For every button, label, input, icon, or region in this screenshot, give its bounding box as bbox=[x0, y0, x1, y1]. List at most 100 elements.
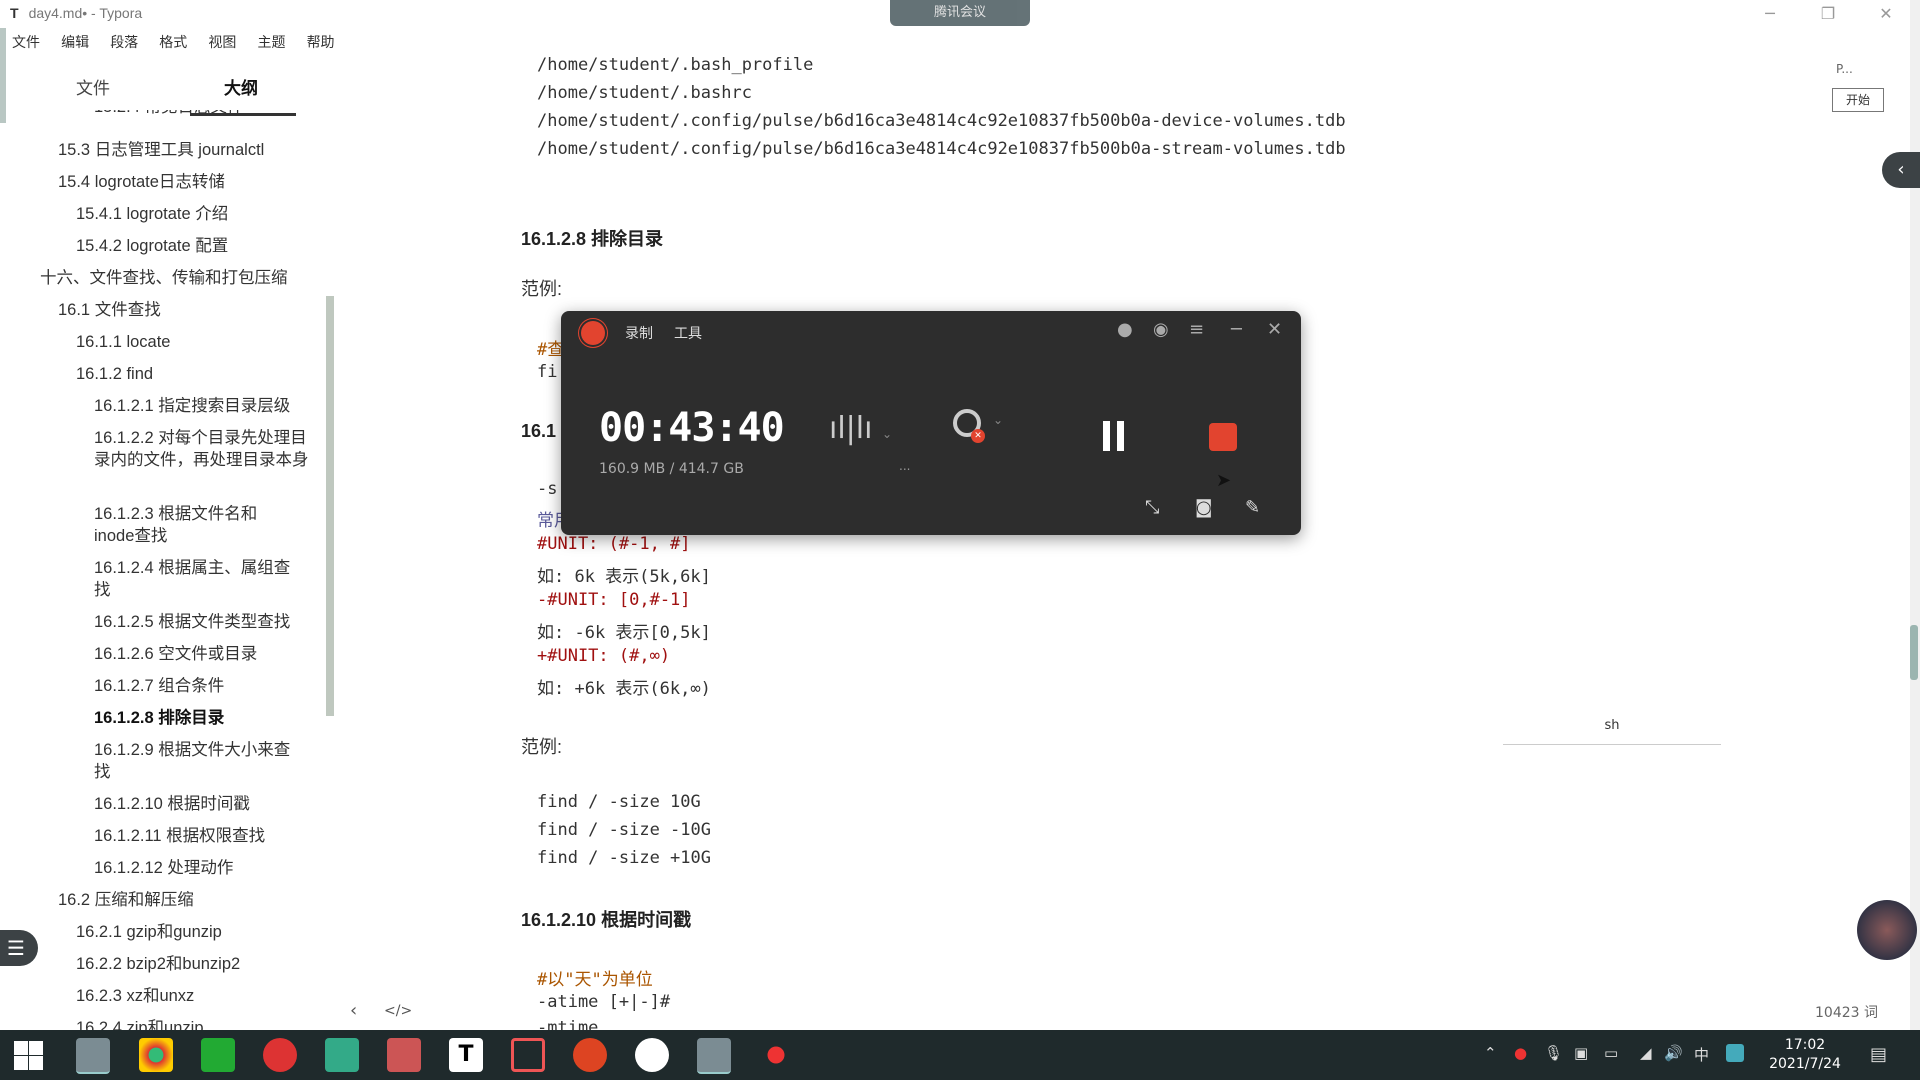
chevron-down-icon[interactable]: ⌄ bbox=[882, 427, 892, 441]
outline-item[interactable]: 16.2 压缩和解压缩 bbox=[58, 889, 194, 911]
person-icon[interactable]: ● bbox=[1117, 319, 1133, 340]
code-language-input[interactable]: sh bbox=[1503, 718, 1721, 745]
volume-icon[interactable]: 🔊 bbox=[1664, 1044, 1683, 1062]
screenshot-icon[interactable]: ◙ bbox=[1195, 497, 1212, 518]
pause-button[interactable] bbox=[1103, 421, 1127, 451]
sidebar-scrollbar[interactable] bbox=[326, 296, 334, 716]
pen-icon[interactable]: ✎ bbox=[1245, 497, 1260, 518]
tray-record-icon[interactable]: ● bbox=[1514, 1044, 1527, 1062]
outline-item[interactable]: 15.4 logrotate日志转储 bbox=[58, 171, 225, 193]
audio-waveform-icon[interactable]: ıl|lı ⌄ bbox=[829, 411, 892, 446]
minimize-icon[interactable]: ─ bbox=[1231, 319, 1242, 340]
editor-scrollbar[interactable] bbox=[1910, 625, 1918, 680]
tab-files[interactable]: 文件 bbox=[76, 74, 110, 99]
side-panel-toggle-icon[interactable]: ‹ bbox=[1882, 152, 1920, 188]
screen-recorder-panel: 录制 工具 ● ◉ ≡ ─ ✕ 00:43:40 160.9 MB / 414.… bbox=[561, 311, 1301, 535]
avatar[interactable] bbox=[1857, 900, 1917, 960]
menu-format[interactable]: 格式 bbox=[155, 30, 191, 54]
clock-time: 17:02 bbox=[1784, 1037, 1826, 1053]
mouse-cursor-icon: ➤ bbox=[1216, 470, 1232, 491]
outline-item[interactable]: 16.2.4 zip和unzip bbox=[76, 1017, 204, 1030]
microphone-icon[interactable]: 🎙 bbox=[1544, 1044, 1563, 1062]
outline-item[interactable]: 15.2.4 常见日志文件 bbox=[94, 110, 243, 118]
editor-content[interactable]: /home/student/.bash_profile /home/studen… bbox=[520, 55, 1520, 1035]
taskbar-music-icon[interactable] bbox=[263, 1038, 297, 1072]
fullscreen-icon[interactable]: ⤡ bbox=[1145, 497, 1159, 518]
menu-theme[interactable]: 主题 bbox=[253, 30, 289, 54]
minimize-button[interactable]: ─ bbox=[1750, 2, 1790, 26]
window-title: Tday4.md• - Typora bbox=[10, 5, 142, 21]
taskbar-remote-icon[interactable] bbox=[511, 1038, 545, 1072]
ime-label[interactable]: 中 bbox=[1694, 1044, 1709, 1065]
outline-item[interactable]: 16.1.1 locate bbox=[76, 331, 171, 353]
meeting-tag[interactable]: 腾讯会议 bbox=[890, 0, 1030, 26]
outline-item[interactable]: 16.1 文件查找 bbox=[58, 299, 161, 321]
source-code-mode-icon[interactable]: </> bbox=[384, 1003, 412, 1019]
collapse-sidebar-icon[interactable]: ‹ bbox=[350, 1000, 357, 1021]
tray-expand-icon[interactable]: ⌃ bbox=[1484, 1044, 1497, 1062]
outline-item[interactable]: 16.1.2.5 根据文件类型查找 bbox=[94, 611, 290, 633]
outline-item[interactable]: 16.1.2.2 对每个目录先处理目录内的文件，再处理目录本身 bbox=[94, 427, 314, 471]
taskbar-wechat-icon[interactable] bbox=[201, 1038, 235, 1072]
close-button[interactable]: ✕ bbox=[1866, 2, 1906, 26]
recorder-tab-tools[interactable]: 工具 bbox=[674, 323, 702, 343]
find-command: find / -size -10G bbox=[537, 820, 711, 840]
start-button[interactable]: 开始 bbox=[1832, 88, 1884, 112]
outline-item[interactable]: 16.2.2 bzip2和bunzip2 bbox=[76, 953, 240, 975]
taskbar-photos-icon[interactable] bbox=[325, 1038, 359, 1072]
menu-edit[interactable]: 编辑 bbox=[57, 30, 93, 54]
maximize-button[interactable]: ❐ bbox=[1808, 2, 1848, 26]
clock[interactable]: 17:02 2021/7/24 bbox=[1765, 1036, 1845, 1074]
taskbar-folder-icon[interactable] bbox=[387, 1038, 421, 1072]
outline-item[interactable]: 16.1.2.12 处理动作 bbox=[94, 857, 233, 879]
windows-start-icon[interactable] bbox=[12, 1039, 44, 1071]
taskbar-typora-icon[interactable]: T bbox=[449, 1038, 483, 1072]
outline-item[interactable]: 16.2.3 xz和unxz bbox=[76, 985, 194, 1007]
tray-app-icon[interactable] bbox=[1726, 1044, 1744, 1062]
taskbar-xshell-icon[interactable] bbox=[573, 1038, 607, 1072]
outline-item[interactable]: 16.1.2 find bbox=[76, 363, 153, 385]
menu-file[interactable]: 文件 bbox=[8, 30, 44, 54]
recorder-tab-record[interactable]: 录制 bbox=[625, 323, 653, 343]
path-line: /home/student/.bashrc bbox=[537, 83, 752, 103]
menu-help[interactable]: 帮助 bbox=[303, 30, 339, 54]
outline-item-active[interactable]: 16.1.2.8 排除目录 bbox=[94, 707, 224, 729]
taskbar-meeting-icon[interactable] bbox=[635, 1038, 669, 1072]
tab-outline[interactable]: 大纲 bbox=[224, 74, 258, 99]
heading-size-partial: 16.1 bbox=[521, 421, 557, 441]
outline-item[interactable]: 16.1.2.1 指定搜索目录层级 bbox=[94, 395, 290, 417]
outline-item[interactable]: 15.3 日志管理工具 journalctl bbox=[58, 139, 264, 161]
outline-item[interactable]: 15.4.1 logrotate 介绍 bbox=[76, 203, 228, 225]
battery-icon[interactable]: ▭ bbox=[1604, 1044, 1618, 1062]
outline-item[interactable]: 15.4.2 logrotate 配置 bbox=[76, 235, 228, 257]
taskbar-app-recorder-icon[interactable] bbox=[76, 1038, 110, 1074]
menu-icon[interactable]: ≡ bbox=[1189, 319, 1204, 340]
menu-view[interactable]: 视图 bbox=[204, 30, 240, 54]
outline-toggle-icon[interactable]: ☰ bbox=[0, 930, 38, 966]
code-line: -atime [+|-]# bbox=[537, 992, 671, 1012]
outline-item[interactable]: 16.1.2.4 根据属主、属组查找 bbox=[94, 557, 304, 601]
outline-item[interactable]: 16.1.2.9 根据文件大小来查找 bbox=[94, 739, 304, 783]
start-label: P... bbox=[1836, 62, 1853, 76]
outline-item[interactable]: 16.1.2.11 根据权限查找 bbox=[94, 825, 265, 847]
outline-item[interactable]: 16.1.2.3 根据文件名和inode查找 bbox=[94, 503, 264, 547]
outline-item[interactable]: 16.1.2.7 组合条件 bbox=[94, 675, 224, 697]
menu-paragraph[interactable]: 段落 bbox=[106, 30, 142, 54]
outline-item[interactable]: 十六、文件查找、传输和打包压缩 bbox=[40, 267, 288, 289]
notification-icon[interactable]: ▤ bbox=[1870, 1044, 1887, 1065]
chat-icon[interactable]: ◉ bbox=[1153, 319, 1169, 340]
taskbar-record-icon[interactable] bbox=[767, 1046, 785, 1064]
screen-icon[interactable]: ▣ bbox=[1574, 1044, 1588, 1062]
outline-item[interactable]: 16.1.2.6 空文件或目录 bbox=[94, 643, 257, 665]
close-icon[interactable]: ✕ bbox=[1267, 319, 1282, 340]
chevron-down-icon[interactable]: ⌄ bbox=[993, 413, 1003, 427]
title-bar: Tday4.md• - Typora 腾讯会议 ─ ❐ ✕ bbox=[0, 0, 1920, 28]
sidebar-tabs: 文件 大纲 bbox=[8, 68, 308, 116]
network-icon[interactable]: ◢ bbox=[1640, 1044, 1652, 1062]
outline-item[interactable]: 16.2.1 gzip和gunzip bbox=[76, 921, 222, 943]
outline-item[interactable]: 16.1.2.10 根据时间戳 bbox=[94, 793, 250, 815]
code-line: fi bbox=[537, 362, 558, 382]
taskbar-chrome-icon[interactable] bbox=[139, 1038, 173, 1072]
stop-button[interactable] bbox=[1209, 423, 1237, 451]
taskbar-app-icon[interactable] bbox=[697, 1038, 731, 1074]
